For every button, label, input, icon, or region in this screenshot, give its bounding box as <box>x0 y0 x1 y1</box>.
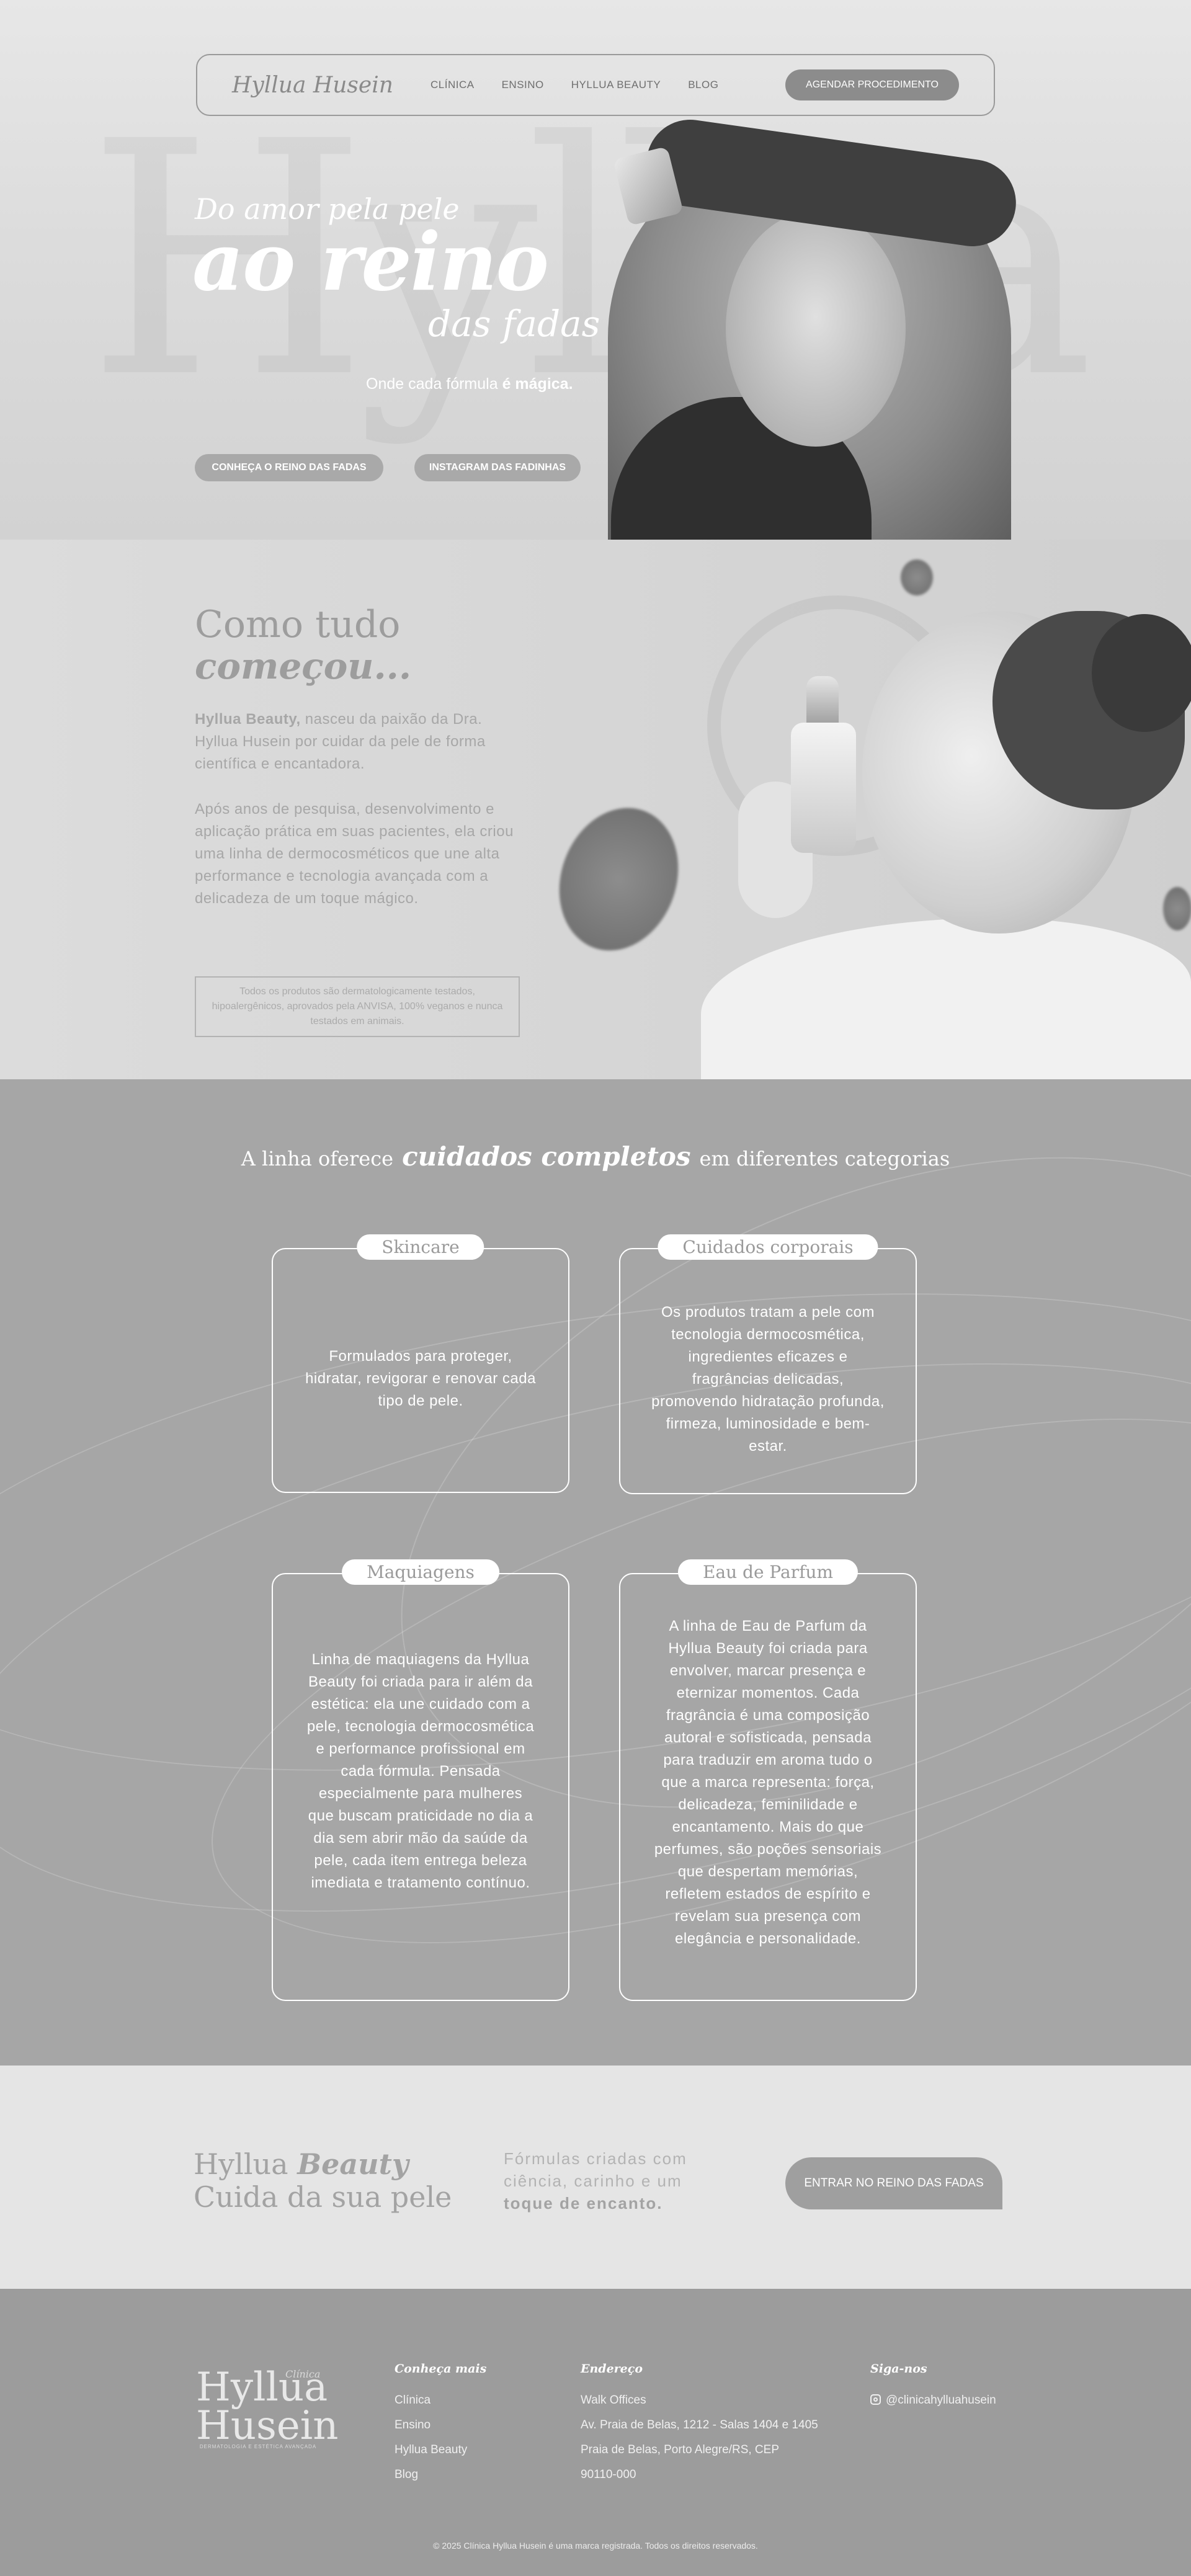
story-title-italic: começou... <box>195 645 412 687</box>
hero-instagram-button[interactable]: INSTAGRAM DAS FADINHAS <box>414 454 581 481</box>
footer-address: Walk Offices Av. Praia de Belas, 1212 - … <box>581 2388 818 2487</box>
story-paragraph-1: Hyllua Beauty, nasceu da paixão da Dra. … <box>195 708 530 775</box>
petal-image <box>540 791 698 968</box>
categories-title-pre: A linha oferece <box>241 1147 394 1170</box>
story-brand: Hyllua Beauty, <box>195 711 301 728</box>
address-line: Walk Offices <box>581 2394 646 2407</box>
footer-col2-title: Endereço <box>581 2362 643 2376</box>
petal-image <box>901 559 933 595</box>
story-note: Todos os produtos são dermatologicamente… <box>195 976 520 1037</box>
categories-title: A linha oferece cuidados completos em dife… <box>0 1141 1191 1172</box>
footer-link-hyllua-beauty[interactable]: Hyllua Beauty <box>395 2438 467 2462</box>
cta-title-brand: Hyllua <box>194 2147 298 2181</box>
nav-link-clinica[interactable]: CLÍNICA <box>430 79 475 91</box>
hero-line-3: das fadas <box>428 303 600 345</box>
serum-bottle-image <box>791 723 856 853</box>
cta-title-line-1: Hyllua Beauty <box>194 2147 409 2181</box>
nav-link-blog[interactable]: BLOG <box>688 79 718 91</box>
hero-line-2: ao reino <box>192 216 549 309</box>
hero-subtitle-text: Onde cada fórmula <box>366 375 498 393</box>
category-card-label: Cuidados corporais <box>658 1234 878 1260</box>
categories-title-em: cuidados completos <box>402 1141 691 1172</box>
address-line: Praia de Belas, Porto Alegre/RS, CEP <box>581 2443 779 2456</box>
footer-logo[interactable]: Hyllua Husein <box>196 2364 339 2449</box>
story-title: Como tudo <box>195 603 401 646</box>
story-paragraph-2: Após anos de pesquisa, desenvolvimento e… <box>195 801 514 907</box>
categories-section <box>0 1079 1191 2066</box>
header-logo[interactable]: Hyllua Husein <box>232 73 430 98</box>
categories-title-post: em diferentes categorias <box>699 1147 950 1170</box>
enter-fairy-kingdom-button[interactable]: ENTRAR NO REINO DAS FADAS <box>785 2157 1002 2209</box>
petal-image <box>1163 887 1191 930</box>
serum-dropper-image <box>806 676 839 729</box>
footer-col1-title: Conheça mais <box>395 2362 487 2376</box>
schedule-button[interactable]: AGENDAR PROCEDIMENTO <box>785 69 959 100</box>
footer-logo-line-1: Hyllua <box>196 2364 328 2410</box>
footer-logo-line-2: Husein <box>196 2403 339 2449</box>
cta-text-bold: toque de encanto. <box>504 2194 663 2213</box>
cta-text-regular: Fórmulas criadas com ciência, carinho e … <box>504 2149 687 2190</box>
hero-subtitle: Onde cada fórmula é mágica. <box>366 375 573 393</box>
footer-link-blog[interactable]: Blog <box>395 2462 467 2487</box>
category-card-makeup: Maquiagens Linha de maquiagens da Hyllua… <box>272 1559 569 2001</box>
instagram-handle: @clinicahylluahusein <box>886 2394 996 2407</box>
instagram-icon <box>870 2394 881 2405</box>
story-photo-bun <box>1092 614 1191 732</box>
footer-links: Clínica Ensino Hyllua Beauty Blog <box>395 2388 467 2487</box>
category-card-label: Skincare <box>357 1234 484 1260</box>
category-card-label: Eau de Parfum <box>677 1559 859 1585</box>
category-card-text: A linha de Eau de Parfum da Hyllua Beaut… <box>654 1618 882 1947</box>
category-card-skincare: Skincare Formulados para proteger, hidra… <box>272 1234 569 1493</box>
category-card-text: Formulados para proteger, hidratar, revi… <box>305 1348 536 1409</box>
nav-link-ensino[interactable]: ENSINO <box>502 79 544 91</box>
navbar: Hyllua Husein CLÍNICA ENSINO HYLLUA BEAU… <box>196 54 995 116</box>
footer-social: @clinicahylluahusein <box>870 2388 996 2413</box>
hero-photo-face <box>726 211 906 447</box>
footer-link-ensino[interactable]: Ensino <box>395 2413 467 2438</box>
cta-title-em: Beauty <box>297 2147 409 2181</box>
cta-title-line-2: Cuida da sua pele <box>194 2180 452 2214</box>
category-card-body: Cuidados corporais Os produtos tratam a … <box>619 1234 917 1494</box>
nav-links: CLÍNICA ENSINO HYLLUA BEAUTY BLOG <box>430 79 718 91</box>
category-card-text: Linha de maquiagens da Hyllua Beauty foi… <box>306 1651 535 1891</box>
address-line: 90110-000 <box>581 2468 636 2481</box>
cta-text: Fórmulas criadas com ciência, carinho e … <box>504 2147 733 2214</box>
address-line: Av. Praia de Belas, 1212 - Salas 1404 e … <box>581 2418 818 2431</box>
category-card-text: Os produtos tratam a pele com tecnologia… <box>651 1304 885 1455</box>
category-card-label: Maquiagens <box>342 1559 499 1585</box>
copyright: © 2025 Clínica Hyllua Husein é uma marca… <box>433 2541 758 2551</box>
hero-primary-button[interactable]: CONHEÇA O REINO DAS FADAS <box>195 454 383 481</box>
hero-subtitle-bold: é mágica. <box>502 375 573 393</box>
footer-col3-title: Siga-nos <box>870 2362 927 2376</box>
category-card-perfume: Eau de Parfum A linha de Eau de Parfum d… <box>619 1559 917 2001</box>
instagram-link[interactable]: @clinicahylluahusein <box>870 2388 996 2413</box>
footer-logo-tagline: DERMATOLOGIA E ESTÉTICA AVANÇADA <box>199 2444 317 2449</box>
footer-link-clinica[interactable]: Clínica <box>395 2388 467 2413</box>
nav-link-hyllua-beauty[interactable]: HYLLUA BEAUTY <box>571 79 661 91</box>
